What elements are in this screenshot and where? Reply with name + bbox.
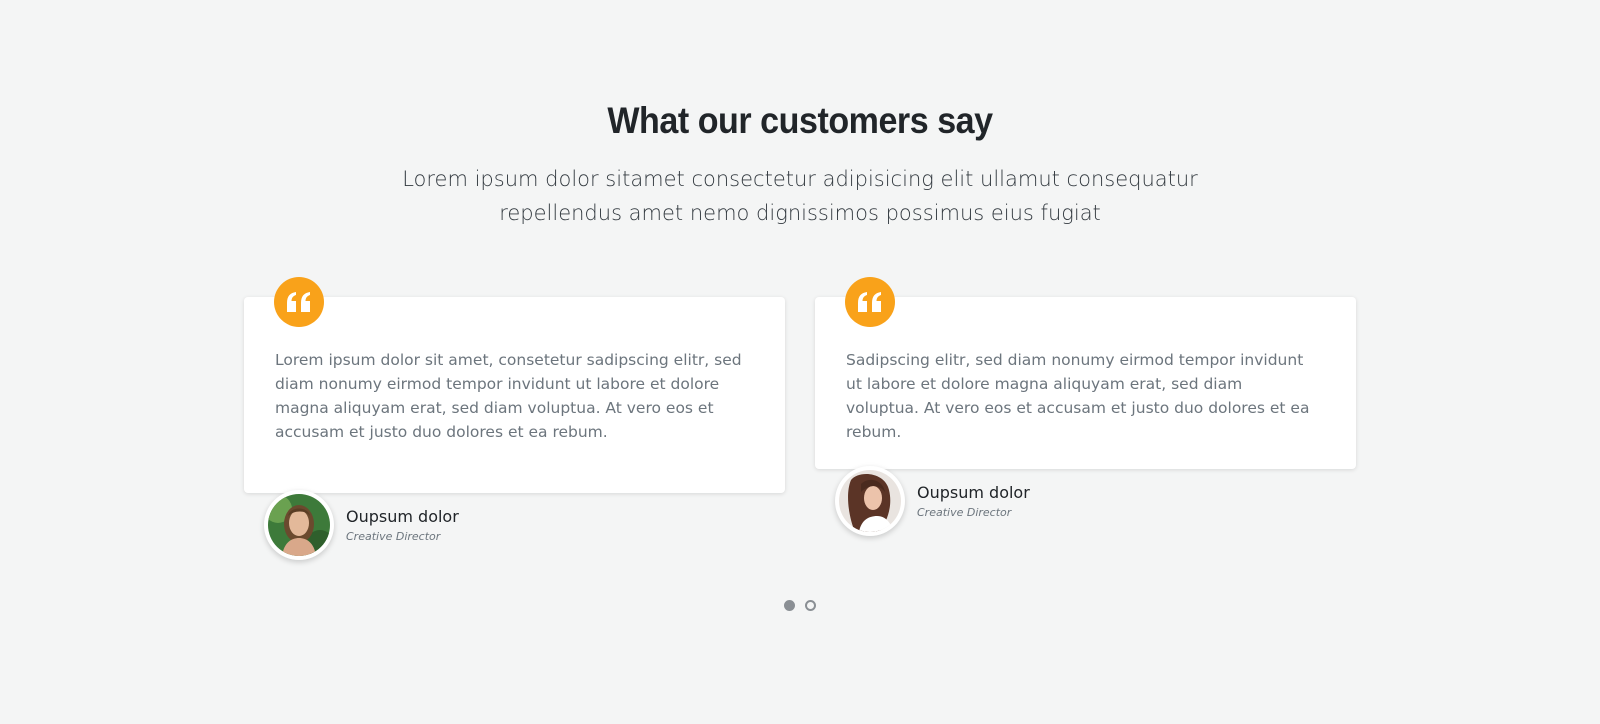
testimonial-card: Lorem ipsum dolor sit amet, consetetur s… (244, 277, 785, 493)
quote-icon (274, 277, 324, 327)
author-name: Oupsum dolor (346, 507, 459, 526)
avatar (835, 466, 905, 536)
testimonial-author: Oupsum dolor Creative Director (835, 466, 1030, 536)
author-role: Creative Director (917, 506, 1012, 519)
testimonial-text: Sadipscing elitr, sed diam nonumy eirmod… (846, 351, 1310, 441)
section-subtitle: Lorem ipsum dolor sitamet consectetur ad… (402, 167, 1198, 225)
testimonial-text: Lorem ipsum dolor sit amet, consetetur s… (275, 351, 742, 441)
carousel-dot-2[interactable] (805, 600, 816, 611)
quote-icon (845, 277, 895, 327)
avatar (264, 490, 334, 560)
carousel-dot-1[interactable] (784, 600, 795, 611)
carousel-pagination (784, 600, 816, 611)
author-role: Creative Director (346, 530, 441, 543)
author-name: Oupsum dolor (917, 483, 1030, 502)
testimonials-section: What our customers say Lorem ipsum dolor… (0, 0, 1600, 724)
testimonial-author: Oupsum dolor Creative Director (264, 490, 459, 560)
testimonial-card: Sadipscing elitr, sed diam nonumy eirmod… (815, 277, 1356, 469)
section-title: What our customers say (607, 100, 993, 141)
